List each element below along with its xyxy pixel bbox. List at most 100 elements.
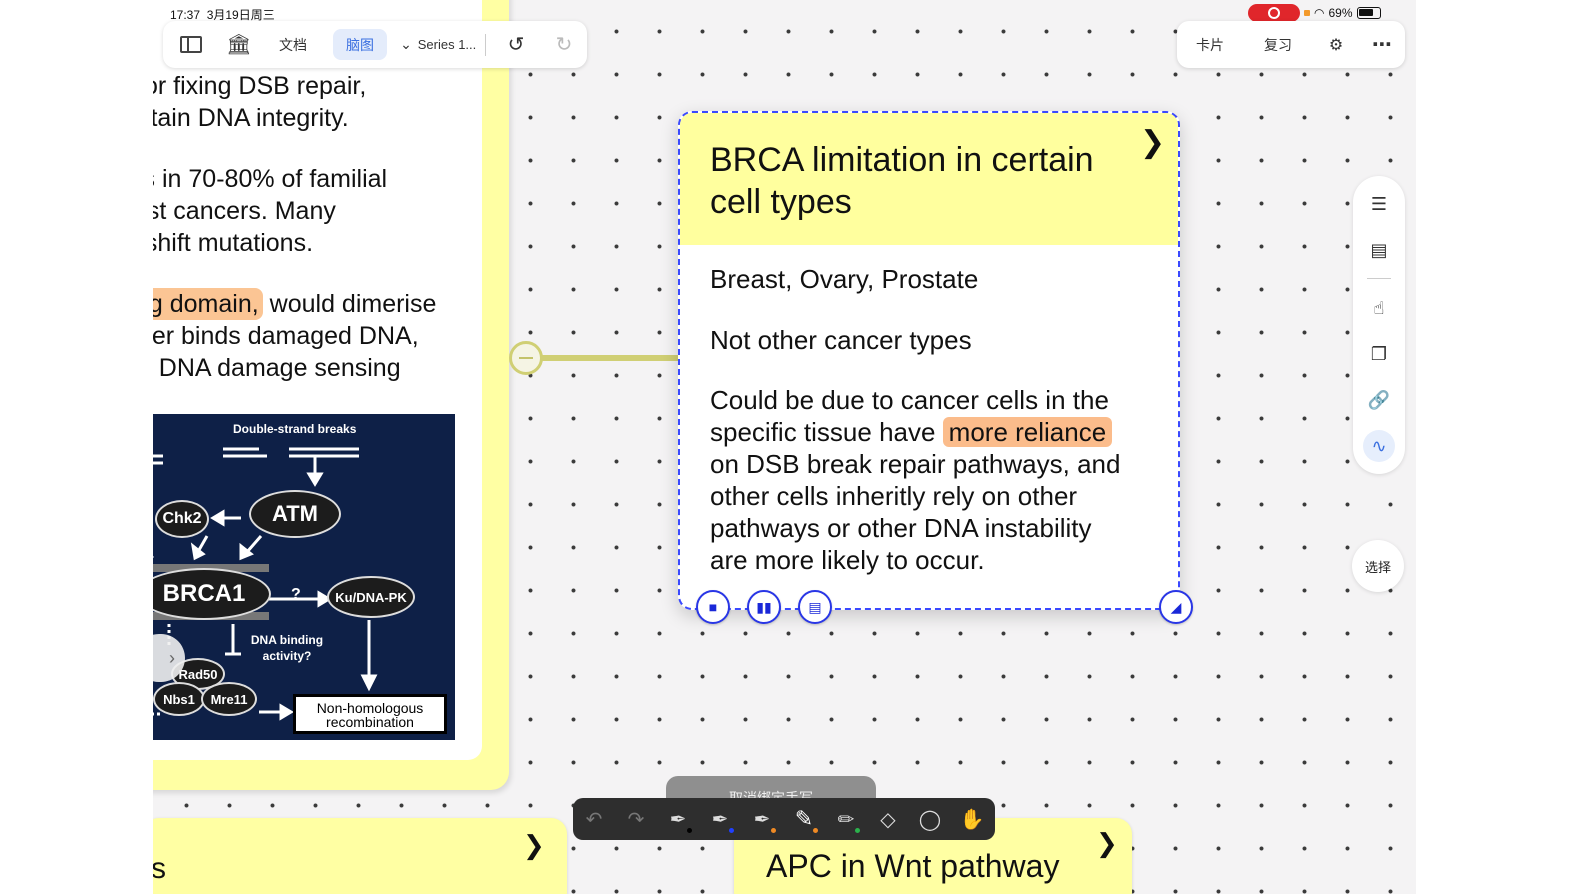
- bottom-card-right-title: APC in Wnt pathway: [766, 848, 1060, 884]
- doc-line: eshift mutations.: [153, 229, 314, 257]
- doc-line: ast cancers. Many: [153, 197, 336, 225]
- atm-node: ATM: [249, 490, 341, 538]
- redo-icon: ↻: [555, 34, 573, 56]
- select-button[interactable]: 选择: [1352, 540, 1404, 592]
- more-icon: ⋯: [1372, 34, 1392, 56]
- eraser-icon: ◇: [880, 808, 896, 831]
- comment-icon: ■: [708, 599, 718, 615]
- redo-button[interactable]: ↻: [549, 21, 579, 68]
- copy-button[interactable]: ❐: [1353, 334, 1405, 374]
- card-header: BRCA limitation in certain cell types ❯: [680, 113, 1178, 245]
- toolbar-divider: [485, 34, 486, 56]
- pen-black-button[interactable]: ✒: [657, 798, 699, 840]
- battery-text: 69%: [1328, 6, 1353, 20]
- doc-line: intain DNA integrity.: [153, 104, 349, 132]
- add-sibling-button[interactable]: ▤: [798, 590, 832, 624]
- mic-indicator-icon: [1304, 10, 1310, 16]
- add-child-button[interactable]: ▮▮: [747, 590, 781, 624]
- connector-line: [526, 355, 678, 361]
- highlighter-icon: ✎: [794, 806, 814, 831]
- date-text: 3月19日周三: [206, 8, 275, 22]
- pointer-icon: ☝: [1373, 297, 1385, 318]
- app-screen: for fixing DSB repair, intain DNA integr…: [0, 0, 1589, 894]
- pen-undo-button[interactable]: ↶: [573, 798, 615, 840]
- document-page: for fixing DSB repair, intain DNA integr…: [153, 0, 482, 760]
- add-sibling-icon: ▤: [808, 598, 822, 615]
- card-open-chevron-icon[interactable]: ❯: [1140, 125, 1165, 160]
- doc-line-text: would dimerise: [269, 290, 437, 318]
- side-toolbar: ☰ ▤ ☝ ❐ 🔗 ∿: [1353, 176, 1405, 474]
- bottom-card-left-text: s: [153, 852, 166, 885]
- comment-button[interactable]: ■: [696, 590, 730, 624]
- bottom-card-left[interactable]: s ❯: [153, 818, 567, 894]
- pen-toolbar: ↶ ↷ ✒ ✒ ✒ ✎ ✏ ◇ ◯ ✋: [573, 798, 995, 840]
- gear-icon: ⚙: [1328, 36, 1344, 54]
- pointer-button[interactable]: ☝: [1353, 288, 1405, 328]
- lasso-icon: ◯: [918, 808, 942, 831]
- pen-orange-button[interactable]: ✒: [741, 798, 783, 840]
- pen-blue-button[interactable]: ✒: [699, 798, 741, 840]
- mindmap-card[interactable]: BRCA limitation in certain cell types ❯ …: [678, 111, 1180, 610]
- layout-icon: ▤: [1370, 239, 1388, 260]
- review-button[interactable]: 复习: [1253, 21, 1303, 68]
- doc-line: mer binds damaged DNA,: [153, 322, 419, 350]
- doc-line: for fixing DSB repair,: [153, 72, 367, 100]
- chevron-down-icon[interactable]: ⌄: [395, 21, 417, 68]
- tab-mindmap[interactable]: 脑图: [333, 29, 387, 60]
- add-child-icon: ▮▮: [756, 598, 772, 615]
- link-button[interactable]: 🔗: [1353, 380, 1405, 420]
- undo-button[interactable]: ↺: [501, 21, 531, 68]
- pen-blue-icon: ✒: [711, 808, 729, 831]
- handwriting-button[interactable]: ∿: [1353, 426, 1405, 466]
- chevron-right-icon[interactable]: ❯: [523, 830, 545, 861]
- collapse-node-knob[interactable]: [509, 341, 543, 375]
- highlighter-button[interactable]: ✎: [783, 798, 825, 840]
- side-divider: [1367, 278, 1391, 279]
- pencil-green-icon: ✏: [837, 808, 855, 831]
- pen-redo-button[interactable]: ↷: [615, 798, 657, 840]
- series-selector[interactable]: Series 1...: [415, 21, 479, 68]
- document-card[interactable]: for fixing DSB repair, intain DNA integr…: [153, 0, 509, 790]
- eraser-button[interactable]: ◇: [867, 798, 909, 840]
- card-highlight-mark: more reliance: [942, 417, 1113, 447]
- highlight-mark: ng domain,: [153, 288, 263, 320]
- copy-icon: ❐: [1370, 343, 1388, 364]
- library-button[interactable]: 🏛: [221, 21, 257, 68]
- screen-record-indicator[interactable]: [1248, 4, 1300, 22]
- mindmap-canvas[interactable]: for fixing DSB repair, intain DNA integr…: [153, 0, 1416, 894]
- more-button[interactable]: ⋯: [1367, 21, 1397, 68]
- card-line: are more likely to occur.: [710, 545, 985, 575]
- outline-button[interactable]: ☰: [1353, 184, 1405, 224]
- pencil-green-button[interactable]: ✏: [825, 798, 867, 840]
- battery-icon: [1356, 7, 1381, 19]
- cards-button[interactable]: 卡片: [1185, 21, 1235, 68]
- card-title: BRCA limitation in certain cell types: [710, 141, 1094, 221]
- status-right: ◠ 69%: [1304, 6, 1381, 20]
- nhej-box: Non-homologous recombination: [293, 694, 447, 734]
- layout-button[interactable]: ▤: [1353, 230, 1405, 270]
- chevron-right-icon: ›: [169, 647, 175, 668]
- chevron-right-icon[interactable]: ❯: [1096, 828, 1118, 859]
- settings-button[interactable]: ⚙: [1321, 21, 1351, 68]
- dna-binding-label: DNA binding activity?: [250, 633, 324, 663]
- ku-dnapk-node: Ku/DNA-PK: [327, 576, 415, 618]
- pen-orange-icon: ✒: [753, 808, 771, 831]
- top-right-toolbar: 卡片 复习 ⚙ ⋯: [1177, 21, 1405, 68]
- list-icon: ☰: [1370, 193, 1388, 214]
- sidebar-toggle-button[interactable]: [173, 21, 209, 68]
- chk2-node: Chk2: [155, 500, 209, 538]
- handwriting-icon: ∿: [1363, 430, 1395, 462]
- hand-icon: ✋: [959, 808, 985, 831]
- undo-icon: ↶: [585, 808, 603, 831]
- library-icon: 🏛: [226, 34, 252, 56]
- card-line: on DSB break repair pathways, and: [710, 449, 1121, 479]
- lasso-button[interactable]: ◯: [909, 798, 951, 840]
- card-line: Could be due to cancer cells in the: [710, 385, 1109, 415]
- resize-handle[interactable]: ◢: [1159, 590, 1193, 624]
- top-toolbar: 🏛 文档 脑图 ⌄ Series 1... ↺ ↻: [163, 21, 587, 68]
- resize-corner-icon: ◢: [1170, 598, 1182, 615]
- tab-document[interactable]: 文档: [267, 21, 319, 68]
- hand-button[interactable]: ✋: [951, 798, 993, 840]
- card-line: Not other cancer types: [710, 325, 972, 355]
- time-text: 17:37: [170, 8, 201, 22]
